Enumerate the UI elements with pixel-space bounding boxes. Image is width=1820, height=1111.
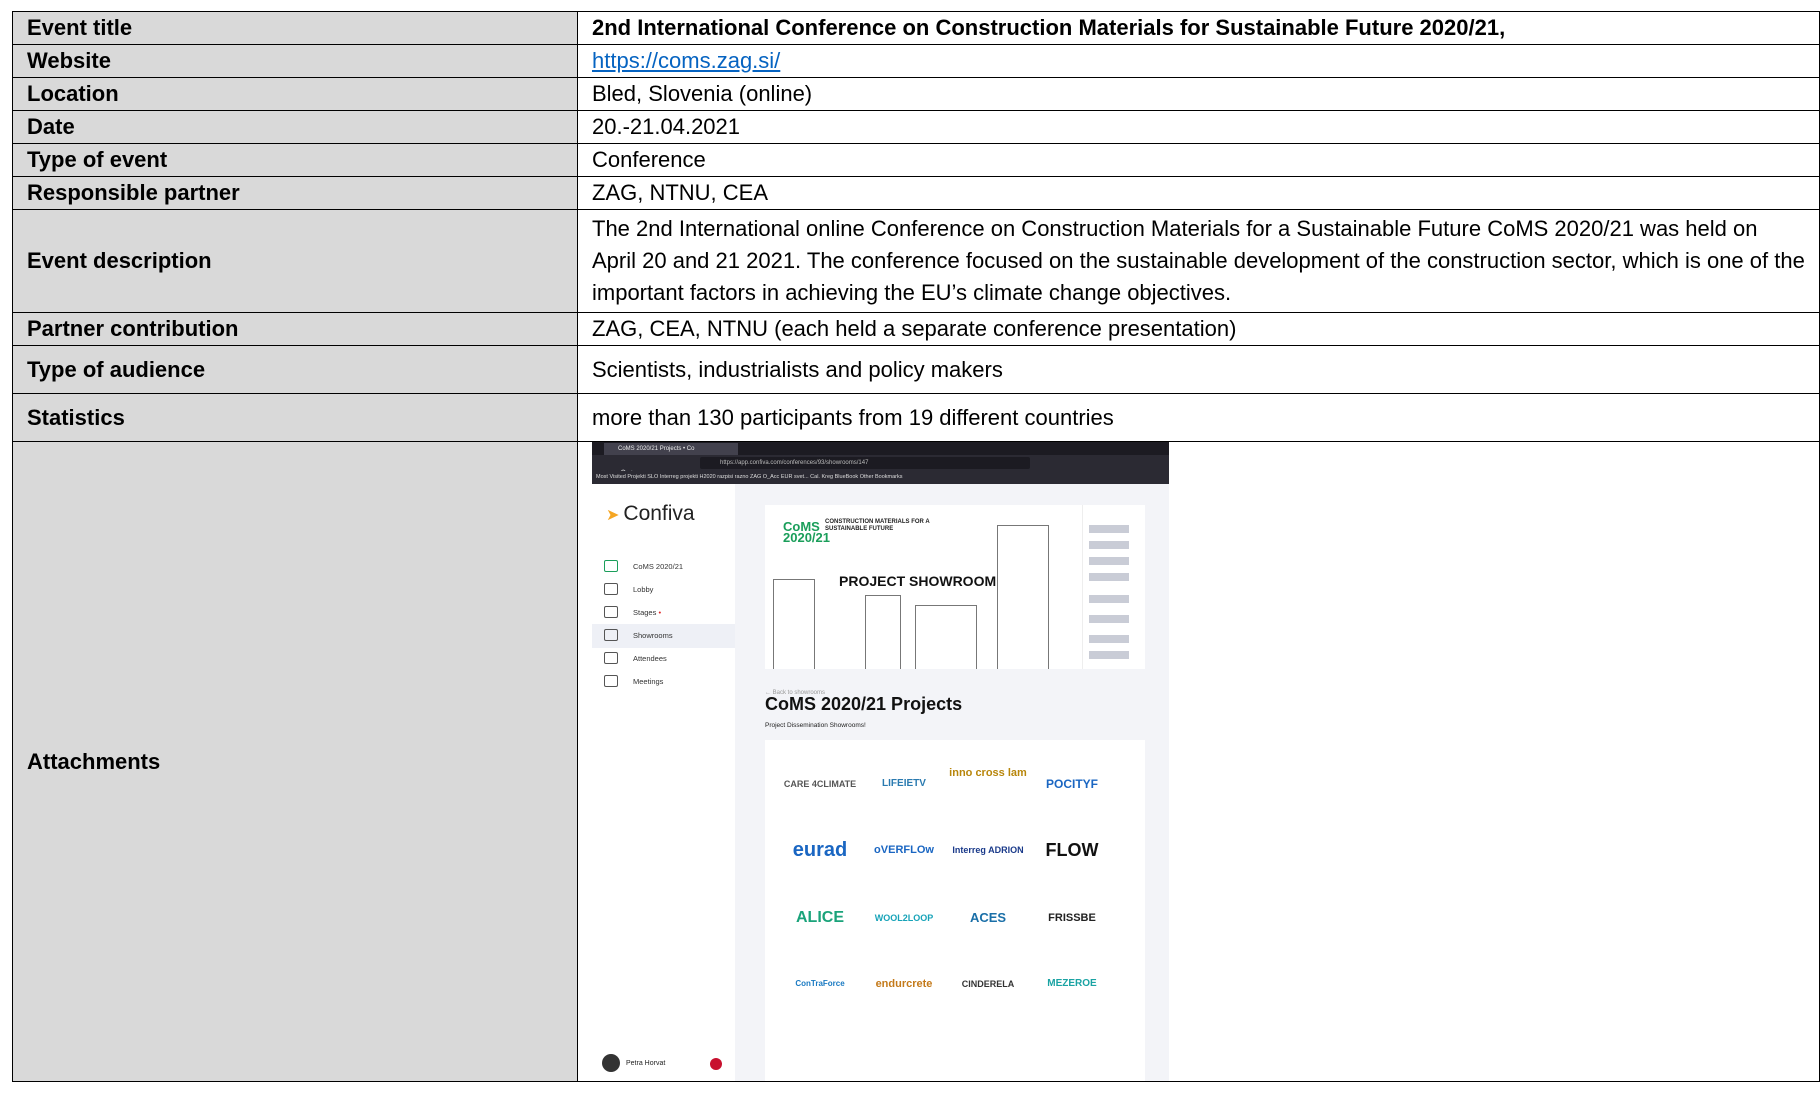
row-label: Type of event: [12, 143, 578, 177]
event-description-value: The 2nd International online Conference …: [577, 209, 1820, 313]
type-of-event-value: Conference: [577, 143, 1820, 177]
project-logo: FLOW: [1045, 840, 1099, 860]
people-icon: [604, 652, 618, 664]
nav-item-stages: Stages •: [592, 601, 735, 625]
user-profile: Petra Horvat: [602, 1054, 665, 1073]
bookmarks-bar: Most Visited Projekti SLO Interreg proje…: [592, 471, 1169, 484]
project-logos-grid: CARE 4CLIMATE LIFEIETV inno cross lam PO…: [765, 740, 1145, 1081]
project-logo: MEZEROE: [1047, 978, 1097, 989]
row-label: Website: [12, 44, 578, 78]
nav-item-attendees: Attendees: [592, 647, 735, 671]
coms-banner-logo: CoMS 2020/21: [783, 519, 830, 545]
sponsor-logos: [1082, 505, 1145, 669]
building-sketch: [997, 525, 1049, 669]
location-value: Bled, Slovenia (online): [577, 77, 1820, 111]
event-title-value: 2nd International Conference on Construc…: [577, 11, 1820, 45]
building-sketch: [915, 605, 977, 669]
date-value: 20.-21.04.2021: [577, 110, 1820, 144]
row-label: Event description: [12, 209, 578, 313]
website-cell: https://coms.zag.si/: [577, 44, 1820, 78]
responsible-partner-value: ZAG, NTNU, CEA: [577, 176, 1820, 210]
row-label: Attachments: [12, 441, 578, 1082]
banner-title: PROJECT SHOWROOM: [839, 573, 997, 589]
row-label: Type of audience: [12, 345, 578, 394]
project-logo: CINDERELA: [961, 979, 1015, 989]
page-subtitle: Project Dissemination Showrooms!: [765, 722, 866, 729]
audience-value: Scientists, industrialists and policy ma…: [577, 345, 1820, 394]
showroom-icon: [604, 629, 618, 641]
project-logo: WOOL2LOOP: [874, 913, 934, 923]
meeting-icon: [604, 675, 618, 687]
row-label: Date: [12, 110, 578, 144]
row-label: Statistics: [12, 393, 578, 442]
statistics-value: more than 130 participants from 19 diffe…: [577, 393, 1820, 442]
building-sketch: [865, 595, 901, 669]
partner-contribution-value: ZAG, CEA, NTNU (each held a separate con…: [577, 312, 1820, 346]
uk-flag-icon: [710, 1058, 722, 1070]
project-logo: FRISSBE: [1048, 912, 1096, 924]
nav-item-meetings: Meetings: [592, 670, 735, 694]
showroom-banner: CoMS 2020/21 CONSTRUCTION MATERIALS FOR …: [765, 505, 1145, 669]
row-label: Responsible partner: [12, 176, 578, 210]
event-table: Event title 2nd International Conference…: [12, 11, 1820, 1082]
confiva-logo-icon: ➤: [606, 507, 620, 524]
app-main: CoMS 2020/21 CONSTRUCTION MATERIALS FOR …: [735, 484, 1169, 1081]
project-logo: POCITYF: [1045, 777, 1098, 791]
attachment-cell: CoMS 2020/21 Projects • Co — ▢ ✕ ← → ⟳ ⌂…: [577, 441, 1820, 1082]
building-sketch: [773, 579, 815, 669]
coms-icon: [604, 560, 618, 572]
row-label: Location: [12, 77, 578, 111]
website-link[interactable]: https://coms.zag.si/: [592, 48, 780, 73]
project-logo: Interreg ADRION: [952, 845, 1024, 855]
project-logo: eurad: [792, 839, 848, 861]
nav-item-showrooms: Showrooms: [592, 624, 735, 648]
avatar: [602, 1054, 620, 1072]
project-logo: inno cross lam: [949, 767, 1027, 779]
project-logo: ConTraForce: [795, 979, 845, 988]
browser-tab-bar: CoMS 2020/21 Projects • Co — ▢ ✕: [592, 442, 1169, 463]
project-logo: endurcrete: [875, 978, 933, 990]
address-bar: https://app.confiva.com/conferences/93/s…: [700, 457, 1030, 469]
nav-item-coms: CoMS 2020/21: [592, 555, 735, 579]
stage-icon: [604, 606, 618, 618]
project-logo: LIFEIETV: [882, 778, 926, 789]
project-logo: ALICE: [796, 909, 844, 926]
nav-item-lobby: Lobby: [592, 578, 735, 602]
project-logo: ACES: [969, 910, 1007, 925]
project-logo: oVERFLOw: [874, 844, 934, 856]
app-sidebar: ➤ Confiva CoMS 2020/21 Lobby Stages • Sho…: [592, 484, 735, 1081]
banner-heading: CONSTRUCTION MATERIALS FOR A SUSTAINABLE…: [825, 519, 930, 532]
row-label: Event title: [12, 11, 578, 45]
attachment-screenshot: CoMS 2020/21 Projects • Co — ▢ ✕ ← → ⟳ ⌂…: [592, 442, 1169, 1081]
browser-tab: CoMS 2020/21 Projects • Co: [604, 443, 738, 455]
confiva-logo: ➤ Confiva: [606, 502, 695, 525]
row-label: Partner contribution: [12, 312, 578, 346]
building-icon: [604, 583, 618, 595]
project-logo: CARE 4CLIMATE: [783, 779, 857, 789]
